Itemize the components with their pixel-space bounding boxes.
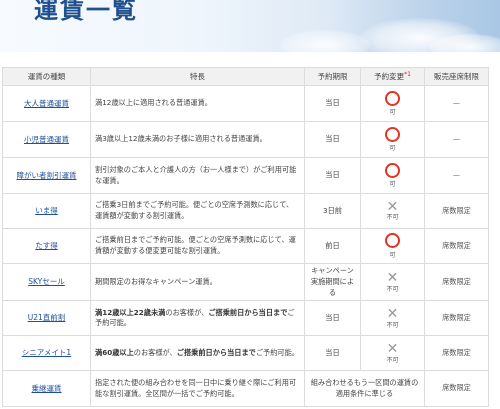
seat-limit: 席数限定 (424, 193, 489, 229)
fare-link[interactable]: たす得 (35, 241, 58, 250)
change-label: 不可 (386, 321, 399, 329)
fare-name-cell: U21直前割 (2, 300, 91, 337)
features-text: のお客様が、 (133, 347, 177, 357)
header-banner: 運賃一覧 (0, 0, 500, 52)
table-row: SKYセール 期間限定のお得なキャンペーン運賃。 キャンペーン実施期間による ✕… (2, 262, 489, 302)
fare-features: 満3歳以上12歳未満のお子様に適用される普通運賃。 (90, 121, 305, 158)
change-label: 可 (389, 251, 396, 259)
features-text: のお客様が、 (165, 307, 209, 317)
change-cell: ✕ 不可 (360, 300, 425, 337)
change-cell: ✕ 不可 (360, 335, 425, 372)
change-label: 不可 (386, 356, 399, 364)
column-header-period: 予約期限 (304, 67, 361, 86)
change-label: 可 (389, 109, 396, 117)
fare-features: 割引対象のご本人と介護人の方（お一人様まで）がご利用可能な運賃。 (90, 157, 305, 194)
fare-features: ご搭乗前日までご予約可能。便ごとの空席予測数に応じて、運賃額が変動する便変更可能… (90, 228, 305, 264)
booking-deadline: 当日 (304, 157, 361, 194)
fare-name-cell: 乗継運賃 (2, 370, 91, 408)
features-emphasis: 満12歳以上22歳未満 (95, 307, 166, 317)
change-cell: 可 (360, 121, 425, 158)
change-cell: 可 (360, 157, 425, 194)
features-emphasis: ご搭乗前日から当日まで (208, 307, 288, 317)
fare-link[interactable]: U21直前割 (28, 313, 66, 322)
cross-icon: ✕ (386, 340, 399, 357)
table-row: たす得 ご搭乗前日までご予約可能。便ごとの空席予測数に応じて、運賃額が変動する便… (2, 228, 489, 264)
column-header-features: 特長 (90, 67, 305, 86)
seat-limit: — (424, 85, 489, 122)
fare-name-cell: 障がい者割引運賃 (2, 157, 91, 194)
seat-limit: — (424, 121, 489, 158)
booking-deadline: 当日 (304, 335, 361, 372)
fare-table: 運賃の種類 特長 予約期限 予約変更*1 販売座席制限 大人普通運賃 満12歳以… (2, 67, 489, 408)
booking-deadline: 当日 (304, 121, 361, 158)
fare-link[interactable]: いま得 (35, 206, 58, 215)
change-cell: 可 (360, 228, 425, 264)
change-label: 可 (389, 145, 396, 153)
column-header-limit: 販売座席制限 (424, 67, 489, 86)
booking-deadline: 前日 (304, 228, 361, 264)
booking-deadline: 組み合わせるもう一区間の運賃の適用条件に準じる (304, 370, 425, 408)
cloud-decoration (280, 30, 370, 52)
circle-icon (385, 233, 400, 249)
change-cell: ✕ 不可 (360, 262, 425, 302)
booking-deadline: 当日 (304, 300, 361, 337)
page-title: 運賃一覧 (34, 0, 138, 24)
fare-link[interactable]: SKYセール (28, 277, 65, 286)
seat-limit: 席数限定 (424, 370, 489, 408)
circle-icon (385, 90, 400, 106)
fare-features: 満60歳以上のお客様が、ご搭乗前日から当日までご予約可能。 (90, 335, 305, 372)
fare-name-cell: たす得 (2, 228, 91, 264)
table-row: U21直前割 満12歳以上22歳未満のお客様が、ご搭乗前日から当日までご予約可能… (2, 300, 489, 337)
cross-icon: ✕ (386, 269, 399, 286)
table-header-row: 運賃の種類 特長 予約期限 予約変更*1 販売座席制限 (2, 67, 489, 86)
fare-link[interactable]: 大人普通運賃 (24, 99, 69, 108)
circle-icon (385, 126, 400, 142)
column-header-name: 運賃の種類 (2, 67, 91, 86)
circle-icon (385, 162, 400, 178)
table-row: 乗継運賃 指定された便の組み合わせを同一日中に乗り継ぐ際にご利用可能な割引運賃。… (2, 370, 489, 408)
fare-features: 期間限定のお得なキャンペーン運賃。 (90, 262, 305, 302)
change-cell: 可 (360, 85, 425, 122)
column-header-change-label: 予約変更 (374, 72, 405, 81)
fare-link[interactable]: シニアメイト1 (22, 348, 71, 357)
seat-limit: 席数限定 (424, 335, 489, 372)
cross-icon: ✕ (386, 305, 399, 322)
features-emphasis: ご搭乗前日から当日まで (176, 347, 256, 357)
fare-name-cell: 大人普通運賃 (2, 85, 91, 122)
change-cell: ✕ 不可 (360, 193, 425, 229)
booking-deadline: 当日 (304, 85, 361, 122)
table-row: 小児普通運賃 満3歳以上12歳未満のお子様に適用される普通運賃。 当日 可 — (2, 121, 489, 158)
change-label: 不可 (386, 285, 399, 293)
features-emphasis: 満60歳以上 (95, 347, 134, 357)
footnote-mark: *1 (404, 71, 411, 78)
seat-limit: 席数限定 (424, 228, 489, 264)
fare-features: 満12歳以上22歳未満のお客様が、ご搭乗前日から当日までご予約可能。 (90, 300, 305, 337)
column-header-change: 予約変更*1 (360, 67, 425, 86)
booking-deadline: キャンペーン実施期間による (304, 262, 361, 302)
fare-name-cell: いま得 (2, 193, 91, 229)
fare-link[interactable]: 障がい者割引運賃 (17, 171, 77, 180)
fare-name-cell: 小児普通運賃 (2, 121, 91, 158)
seat-limit: 席数限定 (424, 300, 489, 337)
table-row: 障がい者割引運賃 割引対象のご本人と介護人の方（お一人様まで）がご利用可能な運賃… (2, 157, 489, 194)
fare-link[interactable]: 小児普通運賃 (24, 135, 69, 144)
seat-limit: 席数限定 (424, 262, 489, 302)
change-label: 可 (389, 181, 396, 189)
booking-deadline: 3日前 (304, 193, 361, 229)
fare-features: ご搭乗3日前までご予約可能。便ごとの空席予測数に応じて、運賃額が変動する割引運賃… (90, 193, 305, 229)
table-row: 大人普通運賃 満12歳以上に適用される普通運賃。 当日 可 — (2, 85, 489, 122)
fare-features: 指定された便の組み合わせを同一日中に乗り継ぐ際にご利用可能な割引運賃。全区間が一… (90, 370, 305, 408)
table-row: いま得 ご搭乗3日前までご予約可能。便ごとの空席予測数に応じて、運賃額が変動する… (2, 193, 489, 229)
features-text: ご予約可能。 (255, 347, 299, 357)
table-row: シニアメイト1 満60歳以上のお客様が、ご搭乗前日から当日までご予約可能。 当日… (2, 335, 489, 372)
fare-name-cell: SKYセール (2, 262, 91, 302)
fare-link[interactable]: 乗継運賃 (32, 384, 62, 393)
seat-limit: — (424, 157, 489, 194)
fare-features: 満12歳以上に適用される普通運賃。 (90, 85, 305, 122)
change-label: 不可 (386, 214, 399, 222)
fare-name-cell: シニアメイト1 (2, 335, 91, 372)
cross-icon: ✕ (386, 198, 399, 215)
